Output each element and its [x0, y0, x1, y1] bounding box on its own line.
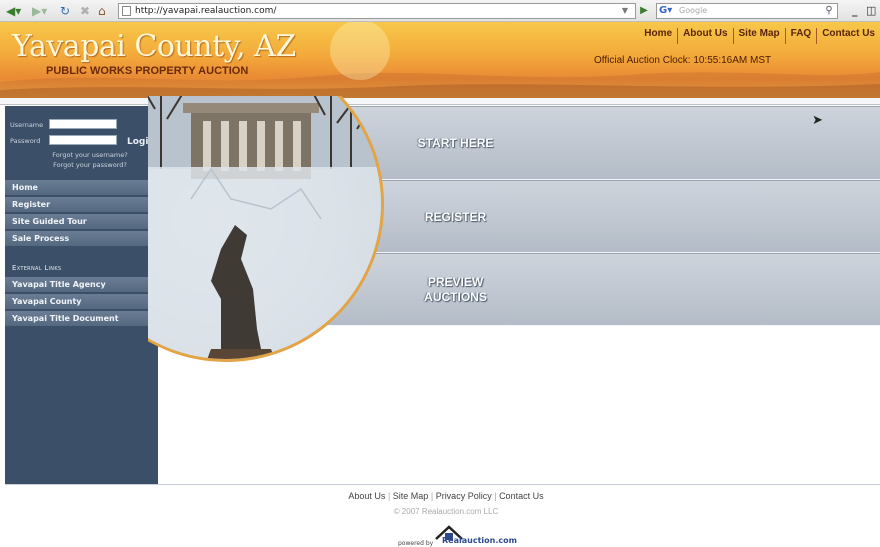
nav-home-link[interactable]: Home: [639, 28, 677, 44]
refresh-icon[interactable]: ↻: [60, 4, 70, 18]
top-navigation: Home About Us Site Map FAQ Contact Us: [639, 28, 880, 44]
courthouse-photo-circle: [148, 96, 384, 362]
courthouse-photo: [148, 96, 385, 366]
search-input[interactable]: G▾ Google: [656, 3, 838, 19]
search-placeholder: Google: [679, 6, 708, 15]
restore-icon[interactable]: ◫: [866, 4, 876, 18]
sidebar-item-site-guided-tour[interactable]: Site Guided Tour: [5, 214, 158, 230]
address-bar[interactable]: http://yavapai.realauction.com/: [118, 3, 636, 19]
clock-label: Official Auction Clock:: [594, 55, 694, 66]
site-logo-title[interactable]: Yavapai County, AZ: [12, 30, 296, 64]
footer-links: About Us | Site Map | Privacy Policy | C…: [0, 491, 880, 501]
external-links-heading: External Links: [12, 264, 62, 272]
footer-about-link[interactable]: About Us: [348, 491, 385, 501]
google-g-icon: G▾: [659, 5, 673, 16]
footer-privacy-link[interactable]: Privacy Policy: [436, 491, 492, 501]
username-input[interactable]: [49, 119, 117, 129]
site-logo-subtitle: PUBLIC WORKS PROPERTY AUCTION: [46, 65, 249, 77]
courthouse-illustration: [148, 96, 381, 359]
powered-by-text: powered by: [398, 540, 434, 547]
start-here-label[interactable]: START HERE: [388, 136, 523, 151]
browser-toolbar: ◀▾ ▶▾ ↻ ✖ ⌂ http://yavapai.realauction.c…: [0, 0, 880, 22]
password-input[interactable]: [49, 135, 117, 145]
footer-divider: [5, 484, 880, 485]
nav-faq-link[interactable]: FAQ: [784, 28, 817, 44]
forward-icon[interactable]: ▶▾: [32, 4, 47, 18]
forgot-password-link[interactable]: Forgot your password?: [25, 161, 155, 170]
preview-label-line1[interactable]: PREVIEW: [388, 275, 523, 290]
site-header: Yavapai County, AZ PUBLIC WORKS PROPERTY…: [0, 22, 880, 98]
sidebar-item-register[interactable]: Register: [5, 197, 158, 213]
nav-contact-link[interactable]: Contact Us: [816, 28, 880, 44]
footer-copyright: © 2007 Realauction.com LLC: [393, 507, 499, 516]
address-text: http://yavapai.realauction.com/: [135, 6, 277, 16]
powered-by-logo[interactable]: powered by Realauction.com: [398, 525, 517, 547]
sidebar-item-sale-process[interactable]: Sale Process: [5, 231, 158, 247]
minimize-icon[interactable]: _: [852, 4, 858, 18]
preview-label-line2[interactable]: AUCTIONS: [388, 290, 523, 305]
header-divider-band: [0, 98, 880, 105]
browser-window: ◀▾ ▶▾ ↻ ✖ ⌂ http://yavapai.realauction.c…: [0, 0, 880, 547]
password-label: Password: [10, 137, 41, 145]
footer-sitemap-link[interactable]: Site Map: [393, 491, 429, 501]
stop-icon[interactable]: ✖: [80, 4, 90, 18]
username-label: Username: [10, 121, 44, 129]
search-magnifier-icon[interactable]: ⚲: [822, 4, 836, 18]
mouse-cursor-icon: ➤: [812, 113, 823, 128]
go-icon[interactable]: ▶: [637, 4, 651, 18]
dropdown-arrow-icon[interactable]: ▼: [618, 4, 632, 18]
auction-clock: Official Auction Clock: 10:55:16AM MST: [594, 55, 771, 66]
sidebar-item-yavapai-title-document[interactable]: Yavapai Title Document: [5, 311, 158, 327]
sidebar-item-yavapai-county[interactable]: Yavapai County: [5, 294, 158, 310]
back-icon[interactable]: ◀▾: [6, 4, 21, 18]
home-icon[interactable]: ⌂: [98, 4, 106, 18]
footer-contact-link[interactable]: Contact Us: [499, 491, 544, 501]
register-label[interactable]: REGISTER: [388, 210, 523, 225]
sidebar: Username Password Login Forgot your user…: [5, 106, 158, 484]
clock-value: 10:55:16AM MST: [693, 55, 772, 66]
forgot-username-link[interactable]: Forgot your username?: [25, 151, 155, 160]
sidebar-item-yavapai-title-agency[interactable]: Yavapai Title Agency: [5, 277, 158, 293]
page-icon: [122, 6, 131, 16]
nav-about-link[interactable]: About Us: [677, 28, 732, 44]
nav-sitemap-link[interactable]: Site Map: [732, 28, 785, 44]
realauction-brand: Realauction.com: [442, 536, 517, 545]
sidebar-item-home[interactable]: Home: [5, 180, 158, 196]
